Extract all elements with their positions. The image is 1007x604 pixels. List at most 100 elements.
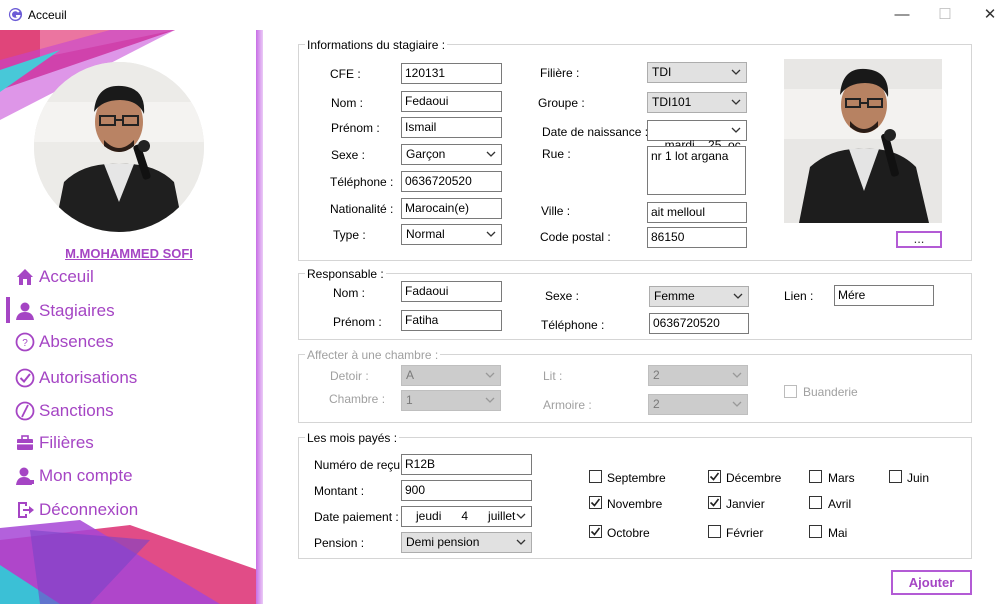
nationalite-label: Nationalité :	[330, 202, 394, 216]
nav-item-absences[interactable]: ? Absences	[14, 328, 114, 356]
date-naissance-picker[interactable]: mardi 25 oc	[647, 120, 747, 152]
sexe-select[interactable]: Garçon	[401, 144, 502, 165]
montant-field[interactable]: 900	[401, 480, 532, 501]
pension-label: Pension :	[314, 536, 365, 550]
nav-item-stagiaires[interactable]: Stagiaires	[14, 297, 115, 325]
chevron-down-icon	[731, 99, 741, 105]
month-label-avril: Avril	[828, 497, 852, 511]
nom-label: Nom :	[331, 96, 364, 110]
lit-select[interactable]: 2	[648, 365, 748, 386]
maximize-button[interactable]: ☐	[930, 4, 960, 26]
responsable-nom-field[interactable]: Fadaoui	[401, 281, 502, 302]
close-button[interactable]: ✕	[975, 4, 1005, 26]
date-paiement-value: jeudi 4 juillet	[416, 509, 516, 523]
month-checkbox-mars[interactable]	[809, 470, 822, 483]
buanderie-label: Buanderie	[803, 385, 858, 399]
month-checkbox-septembre[interactable]	[589, 470, 602, 483]
code-postal-field[interactable]: 86150	[647, 227, 747, 248]
month-checkbox-juin[interactable]	[889, 470, 902, 483]
ville-field[interactable]: ait melloul	[647, 202, 747, 223]
responsable-prenom-label: Prénom :	[333, 315, 382, 329]
date-paiement-picker[interactable]: jeudi 4 juillet	[401, 506, 532, 527]
code-postal-label: Code postal :	[540, 230, 611, 244]
buanderie-checkbox[interactable]	[784, 385, 797, 398]
minimize-button[interactable]: —	[887, 4, 917, 26]
prenom-field[interactable]: Ismail	[401, 117, 502, 138]
month-checkbox-novembre[interactable]	[589, 496, 602, 509]
browse-photo-button[interactable]: ...	[896, 231, 942, 248]
recu-field[interactable]: R12B	[401, 454, 532, 475]
filiere-select[interactable]: TDI	[647, 62, 747, 83]
month-checkbox-fevrier[interactable]	[708, 525, 721, 538]
avatar	[34, 62, 204, 232]
chambre-select[interactable]: 1	[401, 390, 501, 411]
nav-label: Stagiaires	[39, 301, 115, 320]
month-checkbox-janvier[interactable]	[708, 496, 721, 509]
type-value: Normal	[406, 227, 445, 241]
responsable-group	[298, 273, 972, 340]
chevron-down-icon	[485, 397, 495, 403]
nav-label: Absences	[39, 332, 114, 351]
username[interactable]: M.MOHAMMED SOFI	[0, 246, 258, 261]
month-checkbox-mai[interactable]	[809, 525, 822, 538]
nav-active-indicator	[6, 297, 10, 323]
nav-item-mon-compte[interactable]: Mon compte	[14, 462, 133, 490]
lit-value: 2	[653, 368, 660, 382]
month-label-fevrier: Février	[726, 526, 764, 540]
detoir-value: A	[406, 368, 415, 382]
title-bar: Acceuil — ☐ ✕	[0, 0, 1007, 30]
responsable-nom-label: Nom :	[333, 286, 366, 300]
sexe-value: Garçon	[406, 147, 446, 161]
logout-icon	[14, 499, 36, 521]
rue-textarea[interactable]: nr 1 lot argana	[647, 146, 746, 195]
month-label-mars: Mars	[828, 471, 855, 485]
nav-item-acceuil[interactable]: Acceuil	[14, 263, 94, 291]
responsable-sexe-select[interactable]: Femme	[649, 286, 749, 307]
month-checkbox-octobre[interactable]	[589, 525, 602, 538]
responsable-legend: Responsable :	[305, 267, 386, 281]
nav-label: Autorisations	[39, 368, 138, 387]
chambre-label: Chambre :	[329, 392, 386, 406]
pension-value: Demi pension	[406, 535, 480, 549]
month-label-juin: Juin	[907, 471, 930, 485]
chevron-down-icon	[486, 231, 496, 237]
app-logo-icon	[8, 7, 23, 22]
groupe-select[interactable]: TDI101	[647, 92, 747, 113]
nom-field[interactable]: Fedaoui	[401, 91, 502, 112]
lit-label: Lit :	[543, 369, 563, 383]
pension-select[interactable]: Demi pension	[401, 532, 532, 553]
responsable-prenom-field[interactable]: Fatiha	[401, 310, 502, 331]
lien-field[interactable]: Mére	[834, 285, 934, 306]
nav-item-filieres[interactable]: Filières	[14, 429, 94, 457]
checkmark-icon	[709, 472, 720, 481]
ajouter-button[interactable]: Ajouter	[891, 570, 972, 595]
month-label-novembre: Novembre	[607, 497, 663, 511]
month-checkbox-decembre[interactable]	[708, 470, 721, 483]
detoir-select[interactable]: A	[401, 365, 501, 386]
nav-item-deconnexion[interactable]: Déconnexion	[14, 496, 138, 524]
montant-label: Montant :	[314, 484, 365, 498]
month-label-octobre: Octobre	[607, 526, 650, 540]
nationalite-field[interactable]: Marocain(e)	[401, 198, 502, 219]
chevron-down-icon	[731, 69, 741, 75]
telephone-field[interactable]: 0636720520	[401, 171, 502, 192]
responsable-sexe-value: Femme	[654, 289, 695, 303]
home-icon	[14, 266, 36, 288]
nav-item-sanctions[interactable]: Sanctions	[14, 397, 114, 425]
chevron-down-icon	[730, 124, 742, 136]
window-title: Acceuil	[28, 8, 67, 22]
svg-text:?: ?	[22, 338, 28, 349]
chambre-value: 1	[406, 393, 413, 407]
month-checkbox-avril[interactable]	[809, 496, 822, 509]
groupe-value: TDI101	[652, 95, 692, 109]
chevron-down-icon	[516, 513, 526, 519]
chevron-down-icon	[733, 293, 743, 299]
nav-label: Mon compte	[39, 466, 133, 485]
cfe-field[interactable]: 120131	[401, 63, 502, 84]
checkmark-icon	[590, 527, 601, 536]
armoire-select[interactable]: 2	[648, 394, 748, 415]
responsable-telephone-field[interactable]: 0636720520	[649, 313, 749, 334]
nav-item-autorisations[interactable]: Autorisations	[14, 364, 137, 392]
chambre-legend: Affecter à une chambre :	[305, 348, 441, 362]
type-select[interactable]: Normal	[401, 224, 502, 245]
